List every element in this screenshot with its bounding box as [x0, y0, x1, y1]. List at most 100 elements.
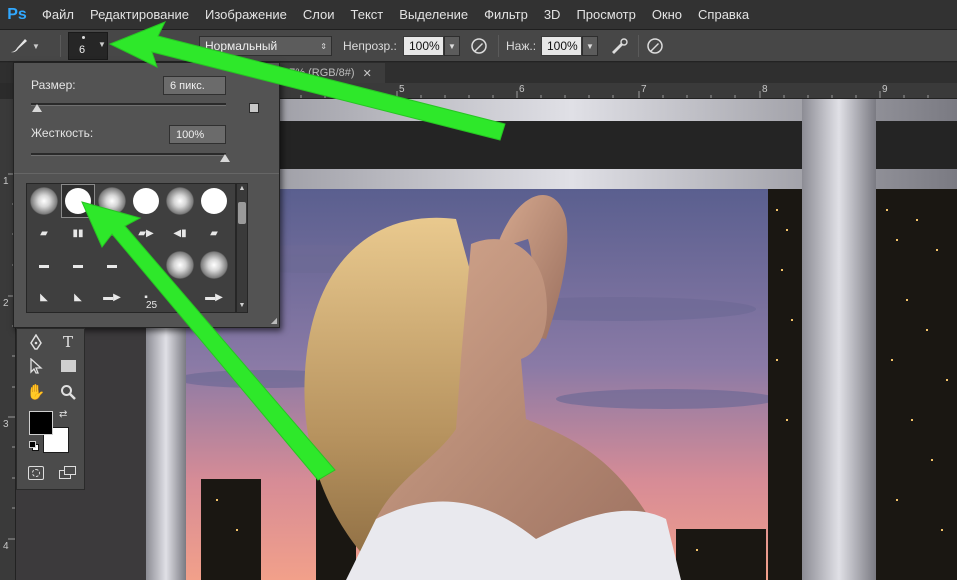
soft-round-brush-icon [200, 251, 228, 279]
size-slider-thumb[interactable] [32, 104, 42, 112]
menu-3d[interactable]: 3D [536, 0, 569, 30]
ruler-number: 9 [882, 84, 888, 95]
brush-preset-tip[interactable]: ▬ [27, 248, 61, 282]
menu-select[interactable]: Выделение [391, 0, 476, 30]
brush-preset-tip[interactable]: ◣ [61, 280, 95, 312]
resize-grip-icon[interactable]: ◢ [271, 316, 277, 325]
menu-type[interactable]: Текст [343, 0, 392, 30]
brush-preset-tip[interactable]: ▰ [197, 216, 231, 250]
pressure-size-button[interactable] [646, 30, 668, 62]
brush-preset-hard[interactable] [197, 184, 231, 218]
tool-preset-picker[interactable]: ▼ [8, 30, 44, 62]
flow-input[interactable]: 100% [541, 36, 582, 56]
brush-preset-soft[interactable] [163, 184, 197, 218]
brush-preset-tip[interactable]: ▰ [95, 216, 129, 250]
brush-preset-tip[interactable]: ▬ [61, 248, 95, 282]
default-colors-icon[interactable] [29, 441, 39, 451]
menu-filter[interactable]: Фильтр [476, 0, 536, 30]
airbrush-button[interactable] [609, 30, 633, 62]
brush-preset-soft[interactable] [197, 248, 231, 282]
brush-preset-tip[interactable]: ▬▶ [197, 280, 231, 312]
presets-scrollbar[interactable]: ▲ ▼ [236, 183, 248, 313]
pen-tool[interactable] [23, 331, 49, 353]
ruler-horizontal: 5 6 7 8 9 [280, 83, 957, 99]
opacity-input[interactable]: 100% [403, 36, 444, 56]
hand-tool[interactable]: ✋ [23, 381, 49, 403]
brush-preset-tip[interactable]: ▮▮ [61, 216, 95, 250]
scrollbar-thumb[interactable] [238, 202, 246, 224]
brush-preset-tip[interactable]: ▬ [129, 248, 163, 282]
brush-tip-icon: ▬▶ [205, 291, 223, 303]
brush-tip-icon: ▬ [39, 259, 49, 271]
hardness-slider[interactable] [31, 153, 226, 156]
path-selection-tool[interactable] [23, 355, 49, 377]
brush-tip-icon: ▬ [107, 259, 117, 271]
menu-layers[interactable]: Слои [295, 0, 343, 30]
ruler-number: 2 [3, 298, 9, 309]
rectangle-tool[interactable] [55, 355, 81, 377]
brush-tip-icon: ◀▮ [173, 227, 187, 239]
menu-file[interactable]: Файл [34, 0, 82, 30]
options-bar: ▼ 6 ▼ им: Нормальный ⇕ Непрозр.: 100% ▼ … [0, 30, 957, 62]
pressure-opacity-button[interactable] [470, 30, 492, 62]
ruler-number: 5 [399, 84, 405, 95]
soft-round-brush-icon [98, 187, 126, 215]
hardness-input[interactable]: 100% [169, 125, 226, 144]
scroll-up-icon[interactable]: ▲ [238, 185, 246, 192]
reset-size-icon[interactable] [249, 103, 259, 113]
brush-preset-soft[interactable] [27, 184, 61, 218]
menu-window[interactable]: Окно [644, 0, 690, 30]
ruler-ticks [300, 91, 929, 98]
brush-preset-hard-selected[interactable] [61, 184, 95, 218]
scroll-down-icon[interactable]: ▼ [238, 302, 246, 309]
size-input[interactable]: 6 пикс. [163, 76, 226, 95]
quick-mask-button[interactable] [23, 462, 49, 484]
brush-presets-grid[interactable]: ▰ ▮▮ ▰ ▰▶ ◀▮ ▰ ▬ ▬ ▬ ▬ ◣ ◣ ▬▶ ▪ ▴ ▬▶ 25 [26, 183, 236, 313]
brush-preset-tip[interactable]: ▴ [163, 280, 197, 312]
screen-mode-button[interactable] [55, 462, 81, 484]
brush-preset-tip[interactable]: ▰ [27, 216, 61, 250]
brush-preset-tip[interactable]: ◀▮ [163, 216, 197, 250]
brush-tip-icon: ▮▮ [72, 227, 84, 239]
brush-tip-icon: ▬ [73, 259, 83, 271]
flow-dropdown[interactable]: ▼ [582, 36, 598, 56]
brush-tip-icon: ▰▶ [138, 227, 154, 239]
brush-tip-icon: ▰ [210, 227, 218, 239]
rectangle-icon [60, 360, 76, 372]
document-tab[interactable]: 6.7% (RGB/8#) ✕ [270, 63, 385, 83]
hand-icon: ✋ [26, 384, 46, 401]
brush-preset-picker[interactable]: 6 ▼ [68, 32, 108, 60]
brush-icon [11, 39, 27, 53]
menu-edit[interactable]: Редактирование [82, 0, 197, 30]
blend-mode-select[interactable]: Нормальный ⇕ [199, 36, 332, 56]
menu-image[interactable]: Изображение [197, 0, 295, 30]
foreground-color-swatch[interactable] [29, 411, 53, 435]
divider [14, 173, 279, 174]
size-slider[interactable] [31, 103, 226, 106]
opacity-dropdown[interactable]: ▼ [444, 36, 460, 56]
type-tool[interactable]: T [55, 331, 81, 353]
brush-preset-soft[interactable] [95, 184, 129, 218]
brush-tip-icon: ◣ [74, 291, 82, 303]
quick-mask-icon [28, 466, 44, 480]
brush-preset-tip[interactable]: ▬ [95, 248, 129, 282]
brush-preset-soft[interactable] [163, 248, 197, 282]
divider [638, 35, 639, 57]
brush-preset-tip[interactable]: ▬▶ [95, 280, 129, 312]
menu-help[interactable]: Справка [690, 0, 757, 30]
menu-view[interactable]: Просмотр [568, 0, 643, 30]
brush-preset-hard[interactable] [129, 184, 163, 218]
brush-preset-tip[interactable]: ▰▶ [129, 216, 163, 250]
mode-label: им: [164, 39, 183, 53]
brush-preset-tip[interactable]: ◣ [27, 280, 61, 312]
ruler-number: 7 [641, 84, 647, 95]
divider [60, 35, 61, 57]
close-icon[interactable]: ✕ [363, 67, 372, 80]
zoom-tool[interactable] [55, 381, 81, 403]
opacity-label: Непрозр.: [343, 39, 397, 53]
ruler-number: 3 [3, 419, 9, 430]
soft-round-brush-icon [30, 187, 58, 215]
hardness-slider-thumb[interactable] [220, 154, 230, 162]
brush-tip-icon: ▰ [108, 227, 116, 239]
swap-colors-icon[interactable]: ⇄ [59, 409, 67, 420]
